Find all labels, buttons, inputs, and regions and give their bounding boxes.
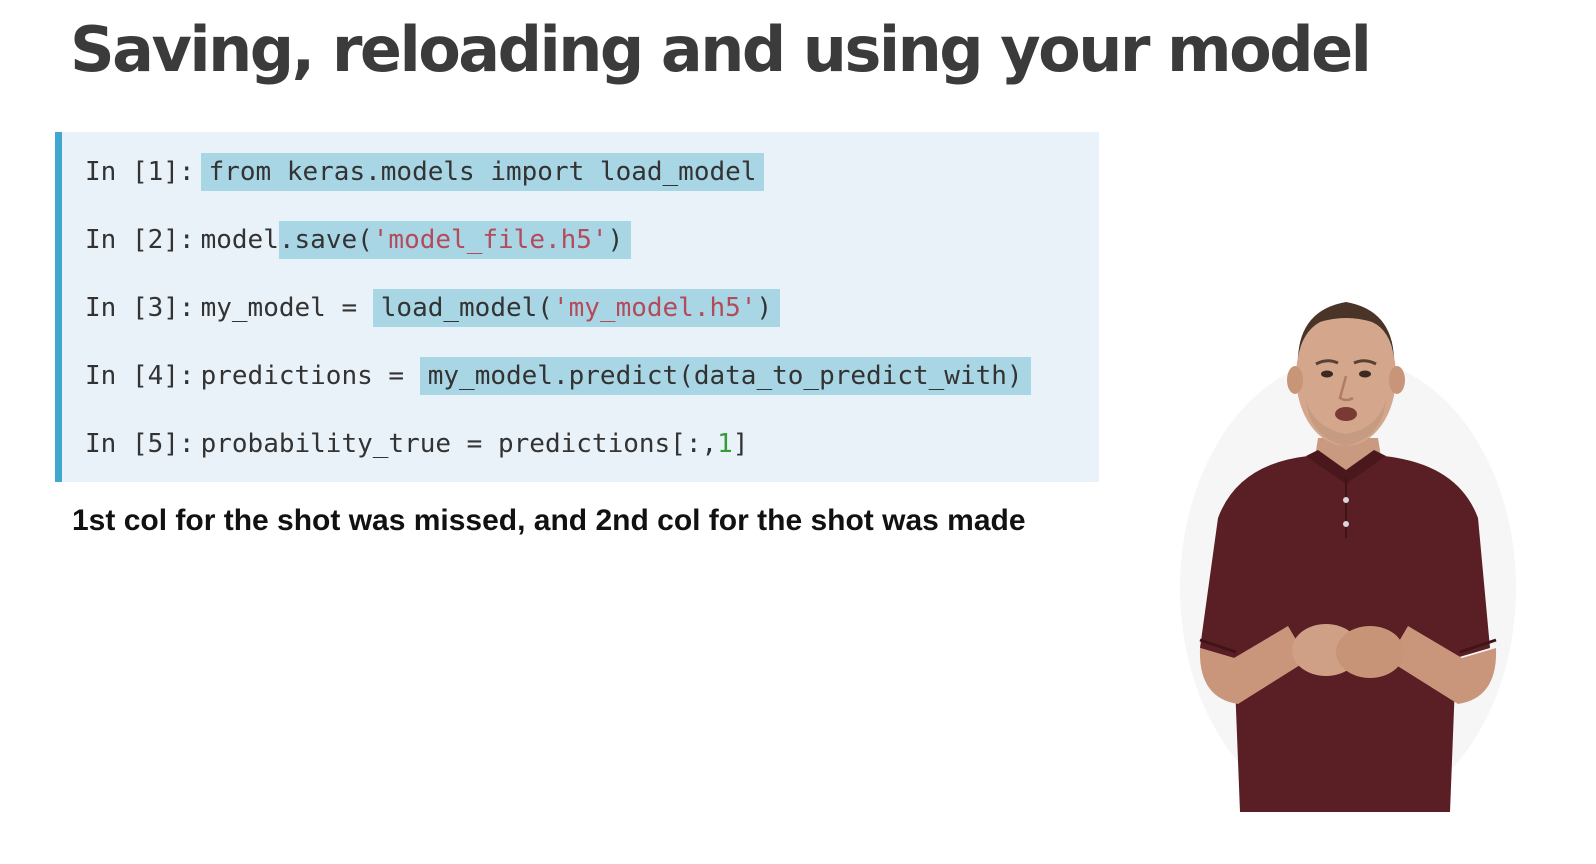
code-line-5: In [5]: probability_true = predictions[:… bbox=[85, 424, 748, 464]
code-text: my_model = bbox=[200, 293, 373, 323]
code-line-1: In [1]: from keras.models import load_mo… bbox=[85, 152, 765, 192]
presenter-video-figure bbox=[1180, 302, 1516, 812]
presenter-button bbox=[1343, 521, 1349, 527]
code-string: 'model_file.h5' bbox=[372, 225, 608, 255]
cell-prompt: In [3]: bbox=[85, 293, 195, 323]
presenter-button bbox=[1343, 497, 1349, 503]
cell-prompt: In [4]: bbox=[85, 361, 195, 391]
presenter-mouth bbox=[1335, 407, 1357, 421]
code-highlight: from keras.models import load_model bbox=[200, 153, 765, 191]
code-text: load_model( bbox=[380, 293, 553, 323]
code-line-4: In [4]: predictions = my_model.predict(d… bbox=[85, 356, 1031, 396]
code-text: my_model.predict(data_to_predict_with) bbox=[427, 361, 1023, 391]
presenter-ear-right bbox=[1389, 366, 1405, 394]
code-text: model bbox=[200, 225, 279, 255]
slide-title: Saving, reloading and using your model bbox=[70, 13, 1372, 86]
code-text: from keras.models import load_model bbox=[208, 157, 757, 187]
code-text: probability_true = predictions[:, bbox=[200, 429, 718, 459]
slide: Saving, reloading and using your model I… bbox=[0, 0, 1596, 864]
code-string: 'my_model.h5' bbox=[552, 293, 757, 323]
code-text: predictions = bbox=[200, 361, 420, 391]
code-highlight: .save('model_file.h5') bbox=[278, 221, 632, 259]
code-text: ] bbox=[732, 429, 749, 459]
code-block: In [1]: from keras.models import load_mo… bbox=[55, 132, 1099, 482]
code-text: ) bbox=[756, 293, 773, 323]
slide-caption: 1st col for the shot was missed, and 2nd… bbox=[72, 504, 1026, 537]
cell-prompt: In [5]: bbox=[85, 429, 195, 459]
code-line-2: In [2]: model .save('model_file.h5') bbox=[85, 220, 632, 260]
presenter-ear-left bbox=[1287, 366, 1303, 394]
code-number: 1 bbox=[717, 429, 733, 459]
cell-prompt: In [1]: bbox=[85, 157, 195, 187]
code-highlight: load_model('my_model.h5') bbox=[372, 289, 781, 327]
code-highlight: my_model.predict(data_to_predict_with) bbox=[419, 357, 1031, 395]
cell-prompt: In [2]: bbox=[85, 225, 195, 255]
code-line-3: In [3]: my_model = load_model('my_model.… bbox=[85, 288, 781, 328]
presenter-eye-right bbox=[1359, 370, 1371, 378]
presenter-eye-left bbox=[1321, 370, 1333, 378]
presenter-hand-right bbox=[1336, 626, 1404, 678]
code-text: ) bbox=[607, 225, 624, 255]
code-text: .save( bbox=[278, 225, 373, 255]
